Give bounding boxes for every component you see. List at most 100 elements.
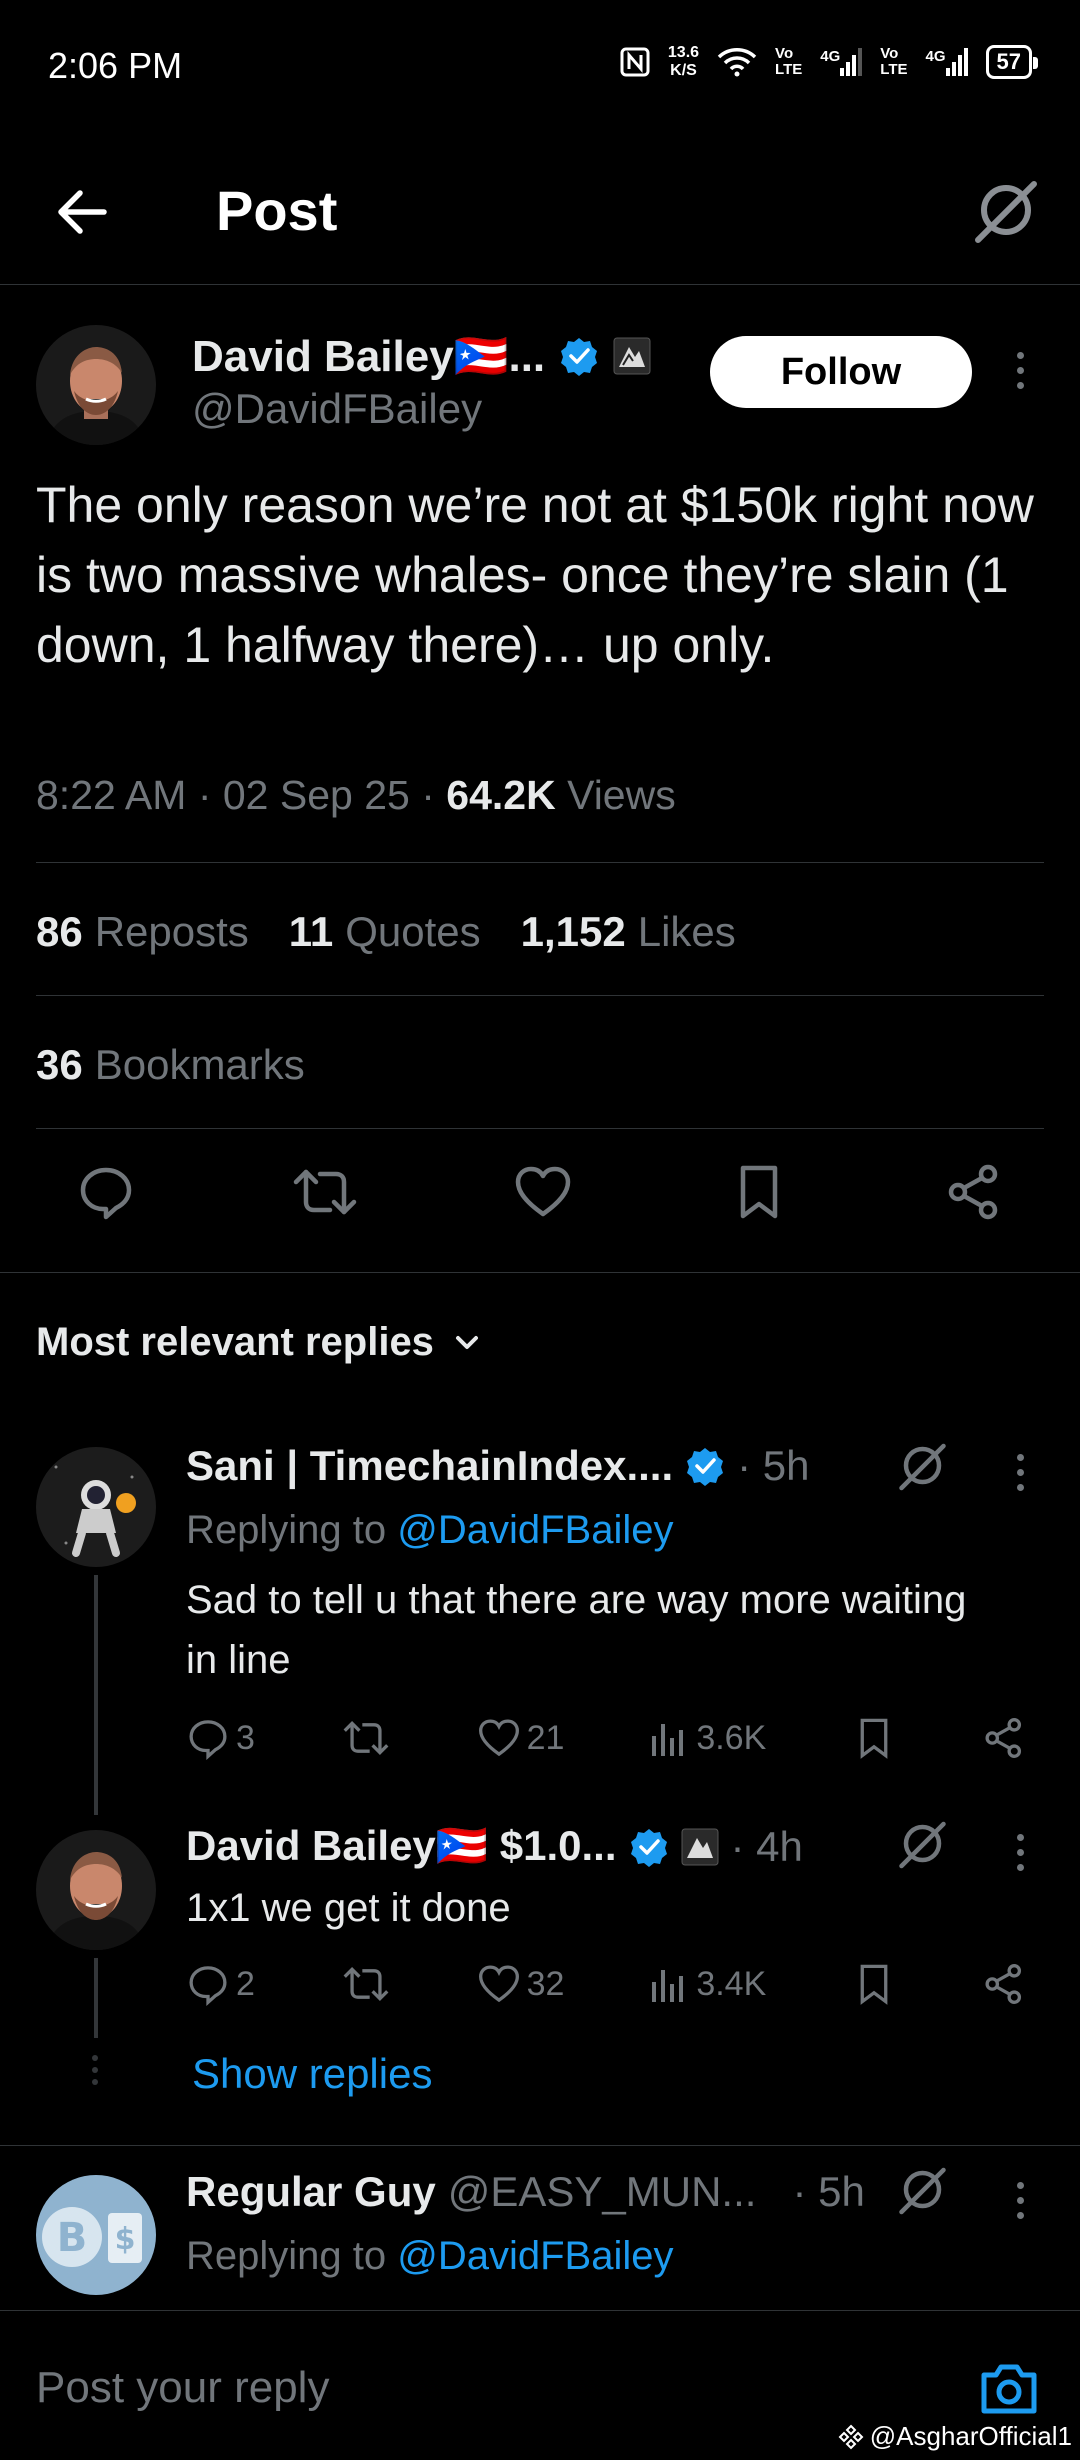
follow-button[interactable]: Follow <box>710 336 972 408</box>
reply-avatar[interactable] <box>36 1830 156 1950</box>
reply-text: Sad to tell u that there are way more wa… <box>186 1578 967 1682</box>
grok-icon[interactable] <box>894 1440 948 1494</box>
post-meta: 8:22 AM · 02 Sep 25 · 64.2K Views <box>36 772 676 818</box>
reply-handle[interactable]: @EASY_MUN... <box>448 2168 757 2216</box>
reply-action-bar: 2 32 3.4K <box>186 1962 1026 2006</box>
reply-header: Sani | TimechainIndex.... · 5h <box>186 1442 810 1490</box>
reply-text: 1x1 we get it done <box>186 1886 511 1930</box>
more-options-icon[interactable] <box>1015 1454 1025 1491</box>
nfc-icon <box>620 47 650 77</box>
verified-badge-icon <box>629 1827 669 1867</box>
post-date: 02 Sep 25 <box>222 772 410 818</box>
reply-avatar[interactable] <box>36 1447 156 1567</box>
grok-icon[interactable] <box>894 1818 948 1872</box>
share-icon[interactable] <box>982 1716 1026 1760</box>
bookmarks-stat[interactable]: 36 Bookmarks <box>36 1041 305 1089</box>
bookmark-icon[interactable] <box>852 1716 896 1760</box>
svg-text:B: B <box>57 2215 88 2261</box>
reply-reply-button[interactable]: 2 <box>186 1962 255 2006</box>
chevron-down-icon <box>450 1326 484 1360</box>
svg-text:$: $ <box>115 2222 136 2257</box>
affiliate-badge-icon <box>613 337 651 375</box>
verified-badge-icon <box>559 336 599 376</box>
reply-header: Regular Guy @EASY_MUN... · 5h <box>186 2168 865 2216</box>
reply-author-name[interactable]: Regular Guy <box>186 2168 436 2216</box>
author-handle[interactable]: @DavidFBailey <box>192 385 482 433</box>
repost-icon[interactable] <box>341 1962 391 2006</box>
sim2-signal-icon: 4G <box>926 48 968 76</box>
likes-stat[interactable]: 1,152 Likes <box>521 908 736 956</box>
reply-like-button[interactable]: 32 <box>477 1962 564 2006</box>
views-label: Views <box>567 772 676 818</box>
more-options-icon[interactable] <box>1015 2182 1025 2219</box>
reposts-stat[interactable]: 86 Reposts <box>36 908 249 956</box>
more-options-icon[interactable] <box>1015 1834 1025 1871</box>
quotes-stat[interactable]: 11 Quotes <box>289 908 481 956</box>
affiliate-badge-icon <box>681 1828 719 1866</box>
reply-reply-button[interactable]: 3 <box>186 1716 255 1760</box>
thread-dots <box>92 2055 98 2085</box>
grok-icon[interactable] <box>894 2164 948 2218</box>
reply-header: David Bailey🇵🇷 $1.0... · 4h <box>186 1822 803 1871</box>
thread-line <box>94 1958 98 2038</box>
divider <box>36 995 1044 996</box>
reply-author-name[interactable]: Sani | TimechainIndex.... <box>186 1442 673 1490</box>
reply-time: · 5h <box>792 2168 865 2215</box>
status-icons: 13.6 K/S Vo LTE 4G Vo LTE 4G 57 <box>620 44 1039 80</box>
replying-to: Replying to @DavidFBailey <box>186 2234 674 2278</box>
reply-views-button[interactable]: 3.6K <box>650 1718 766 1758</box>
post-action-bar <box>36 1162 1044 1222</box>
reply-views-button[interactable]: 3.4K <box>650 1964 766 2004</box>
reply-time: · 5h <box>737 1442 810 1489</box>
top-app-bar: Post <box>0 150 1080 285</box>
repost-icon[interactable] <box>292 1162 358 1222</box>
camera-icon[interactable] <box>978 2361 1040 2417</box>
like-icon[interactable] <box>513 1162 573 1222</box>
author-avatar[interactable] <box>36 325 156 445</box>
sim1-signal-icon: 4G <box>820 48 863 76</box>
author-name[interactable]: David Bailey🇵🇷... <box>192 330 545 382</box>
back-arrow-icon[interactable] <box>52 182 112 242</box>
verified-badge-icon <box>685 1446 725 1486</box>
watermark: @AsgharOfficial1 <box>838 2421 1072 2452</box>
bookmark-icon[interactable] <box>852 1962 896 2006</box>
author-name-row[interactable]: David Bailey🇵🇷... <box>192 330 651 382</box>
views-count: 64.2K <box>446 772 556 818</box>
status-bar: 2:06 PM 13.6 K/S Vo LTE 4G Vo LTE 4G 57 <box>0 0 1080 130</box>
replying-to: Replying to @DavidFBailey <box>186 1508 674 1552</box>
reply-action-bar: 3 21 3.6K <box>186 1716 1026 1760</box>
repost-icon[interactable] <box>341 1716 391 1760</box>
replying-to-link[interactable]: @DavidFBailey <box>397 2234 673 2278</box>
section-divider <box>0 1272 1080 1273</box>
divider <box>36 1128 1044 1129</box>
reply-time: · 4h <box>730 1822 803 1870</box>
section-divider <box>0 2145 1080 2146</box>
show-replies-link[interactable]: Show replies <box>192 2050 432 2098</box>
sim2-lte: Vo LTE <box>880 45 908 78</box>
watermark-logo-icon <box>838 2424 864 2450</box>
wifi-icon <box>717 47 757 77</box>
battery-icon: 57 <box>985 45 1039 79</box>
divider <box>36 862 1044 863</box>
sort-label: Most relevant replies <box>36 1320 434 1364</box>
status-time: 2:06 PM <box>48 45 183 86</box>
reply-like-button[interactable]: 21 <box>477 1716 564 1760</box>
reply-icon[interactable] <box>76 1162 136 1222</box>
more-options-icon[interactable] <box>1015 352 1025 389</box>
replies-sort-dropdown[interactable]: Most relevant replies <box>36 1320 484 1365</box>
reply-author-name[interactable]: David Bailey🇵🇷 $1.0... <box>186 1822 617 1871</box>
grok-icon[interactable] <box>968 176 1040 248</box>
share-icon[interactable] <box>944 1162 1004 1222</box>
thread-line <box>94 1575 98 1815</box>
share-icon[interactable] <box>982 1962 1026 2006</box>
sim1-lte: Vo LTE <box>775 45 803 78</box>
post-time: 8:22 AM <box>36 772 187 818</box>
bookmark-icon[interactable] <box>729 1162 789 1222</box>
post-text: The only reason we’re not at $150k right… <box>36 477 1034 673</box>
reply-avatar[interactable]: B $ <box>36 2175 156 2295</box>
replying-to-link[interactable]: @DavidFBailey <box>397 1508 673 1552</box>
page-title: Post <box>216 179 338 242</box>
engagement-stats: 86 Reposts 11 Quotes 1,152 Likes <box>36 908 736 956</box>
net-speed: 13.6 K/S <box>667 44 700 79</box>
reply-input[interactable]: Post your reply <box>36 2363 329 2413</box>
